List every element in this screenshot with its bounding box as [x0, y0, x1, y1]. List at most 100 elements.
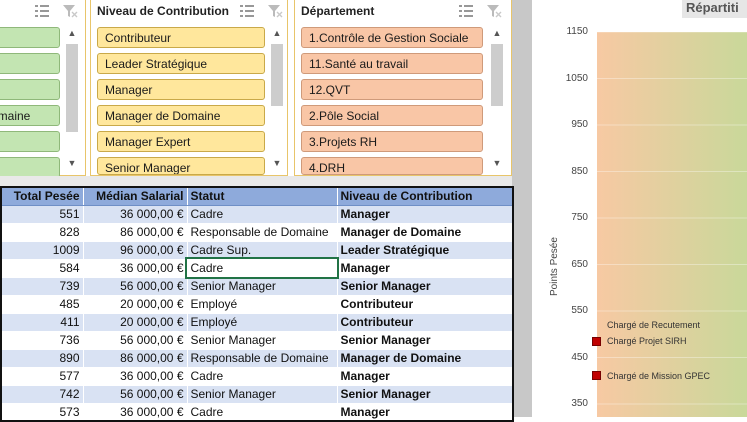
cell-statut[interactable]: Cadre [186, 402, 338, 422]
sheet-gap-bottom [0, 176, 512, 186]
cell-statut[interactable]: Cadre Sup. [186, 240, 338, 260]
slicer-item-senior-manager[interactable]: Senior Manager [97, 157, 265, 175]
cell-statut[interactable]: Senior Manager [186, 276, 338, 296]
cell-niveau[interactable]: Leader Stratégique [336, 240, 514, 260]
slicer-departement-scrollbar[interactable]: ▲ ▼ [489, 26, 505, 172]
cell-statut[interactable]: Senior Manager [186, 384, 338, 404]
cell-statut[interactable]: Employé [186, 294, 338, 314]
multiselect-icon[interactable] [239, 4, 255, 18]
slicer-item-leader-strategique[interactable]: Leader Stratégique [97, 53, 265, 74]
scroll-down-icon[interactable]: ▼ [489, 156, 505, 170]
data-point[interactable] [592, 337, 601, 346]
cell-median-salarial[interactable]: 20 000,00 € [82, 312, 188, 332]
cell-total-pesee[interactable]: 584 [0, 258, 84, 278]
scroll-down-icon[interactable]: ▼ [269, 156, 285, 170]
scroll-up-icon[interactable]: ▲ [269, 26, 285, 40]
cell-total-pesee[interactable]: 411 [0, 312, 84, 332]
slicer-item-drh[interactable]: 4.DRH [301, 157, 483, 175]
scroll-up-icon[interactable]: ▲ [489, 26, 505, 40]
scroll-thumb[interactable] [271, 44, 283, 106]
col-header-median-salarial[interactable]: Médian Salarial [82, 186, 188, 206]
slicer-item-contributeur[interactable]: Contributeur [97, 27, 265, 48]
cell-niveau[interactable]: Senior Manager [336, 276, 514, 296]
cell-median-salarial[interactable]: 86 000,00 € [82, 348, 188, 368]
cell-median-salarial[interactable]: 20 000,00 € [82, 294, 188, 314]
slicer-item-manager-expert[interactable]: Manager Expert [97, 131, 265, 152]
slicer-left-item[interactable] [0, 53, 60, 74]
cell-niveau[interactable]: Manager [336, 366, 514, 386]
slicer-left-item[interactable] [0, 79, 60, 100]
cell-total-pesee[interactable]: 736 [0, 330, 84, 350]
col-header-niveau[interactable]: Niveau de Contribution [336, 186, 514, 206]
multiselect-icon[interactable] [458, 4, 474, 18]
cell-niveau[interactable]: Contributeur [336, 294, 514, 314]
cell-total-pesee[interactable]: 739 [0, 276, 84, 296]
clear-filter-icon[interactable] [267, 4, 283, 18]
slicer-item-pole-social[interactable]: 2.Pôle Social [301, 105, 483, 126]
cell-median-salarial[interactable]: 36 000,00 € [82, 204, 188, 224]
cell-statut[interactable]: Senior Manager [186, 330, 338, 350]
cell-median-salarial[interactable]: 56 000,00 € [82, 330, 188, 350]
scroll-down-icon[interactable]: ▼ [64, 156, 80, 170]
cell-statut[interactable]: Responsable de Domaine [186, 348, 338, 368]
slicer-item-qvt[interactable]: 12.QVT [301, 79, 483, 100]
scroll-thumb[interactable] [491, 44, 503, 106]
multiselect-icon[interactable] [34, 4, 50, 18]
clear-filter-icon[interactable] [486, 4, 502, 18]
slicer-niveau-scrollbar[interactable]: ▲ ▼ [269, 26, 285, 172]
cell-statut[interactable]: Cadre [186, 366, 338, 386]
table-row: 739 56 000,00 € Senior Manager Senior Manag… [0, 276, 514, 296]
slicer-left-item[interactable]: omaine [0, 105, 60, 126]
slicer-left-scrollbar[interactable]: ▲ ▼ [64, 26, 80, 172]
cell-median-salarial[interactable]: 36 000,00 € [82, 258, 188, 278]
cell-total-pesee[interactable]: 1009 [0, 240, 84, 260]
cell-total-pesee[interactable]: 573 [0, 402, 84, 422]
table-row: 411 20 000,00 € Employé Contributeur [0, 312, 514, 332]
cell-total-pesee[interactable]: 577 [0, 366, 84, 386]
cell-median-salarial[interactable]: 36 000,00 € [82, 366, 188, 386]
slicer-item-sante-travail[interactable]: 11.Santé au travail [301, 53, 483, 74]
cell-niveau[interactable]: Manager [336, 204, 514, 224]
cell-total-pesee[interactable]: 742 [0, 384, 84, 404]
cell-statut[interactable]: Employé [186, 312, 338, 332]
y-tick-label: 450 [571, 351, 588, 363]
cell-niveau[interactable]: Senior Manager [336, 330, 514, 350]
scroll-up-icon[interactable]: ▲ [64, 26, 80, 40]
table-row: 485 20 000,00 € Employé Contributeur [0, 294, 514, 314]
table-row: 551 36 000,00 € Cadre Manager [0, 204, 514, 224]
table-row: 1009 96 000,00 € Cadre Sup. Leader Stratégi… [0, 240, 514, 260]
slicer-left-item[interactable] [0, 131, 60, 152]
cell-niveau[interactable]: Manager [336, 402, 514, 422]
slicer-item-controle-gestion[interactable]: 1.Contrôle de Gestion Sociale [301, 27, 483, 48]
col-header-total-pesee[interactable]: Total Pesée [0, 186, 84, 206]
cell-niveau[interactable]: Manager de Domaine [336, 348, 514, 368]
slicer-item-manager[interactable]: Manager [97, 79, 265, 100]
slicer-item-manager-domaine[interactable]: Manager de Domaine [97, 105, 265, 126]
y-tick-label: 850 [571, 165, 588, 177]
cell-total-pesee[interactable]: 828 [0, 222, 84, 242]
cell-total-pesee[interactable]: 485 [0, 294, 84, 314]
slicer-niveau-contribution: Niveau de Contribution Contributeur Lead… [90, 0, 288, 176]
clear-filter-icon[interactable] [62, 4, 78, 18]
slicer-left-item[interactable] [0, 157, 60, 178]
cell-median-salarial[interactable]: 56 000,00 € [82, 384, 188, 404]
cell-median-salarial[interactable]: 36 000,00 € [82, 402, 188, 422]
cell-total-pesee[interactable]: 551 [0, 204, 84, 224]
data-point[interactable] [592, 371, 601, 380]
cell-niveau[interactable]: Manager [336, 258, 514, 278]
col-header-statut[interactable]: Statut [186, 186, 338, 206]
slicer-item-projets-rh[interactable]: 3.Projets RH [301, 131, 483, 152]
slicer-left-item[interactable] [0, 27, 60, 48]
cell-niveau[interactable]: Senior Manager [336, 384, 514, 404]
cell-statut[interactable]: Responsable de Domaine [186, 222, 338, 242]
cell-median-salarial[interactable]: 96 000,00 € [82, 240, 188, 260]
scroll-thumb[interactable] [66, 44, 78, 132]
cell-statut[interactable]: Cadre [186, 204, 338, 224]
cell-total-pesee[interactable]: 890 [0, 348, 84, 368]
cell-niveau[interactable]: Contributeur [336, 312, 514, 332]
cell-median-salarial[interactable]: 86 000,00 € [82, 222, 188, 242]
slicer-left: omaine ▲ ▼ [0, 0, 86, 178]
cell-median-salarial[interactable]: 56 000,00 € [82, 276, 188, 296]
cell-niveau[interactable]: Manager de Domaine [336, 222, 514, 242]
cell-statut[interactable]: Cadre [185, 257, 339, 279]
